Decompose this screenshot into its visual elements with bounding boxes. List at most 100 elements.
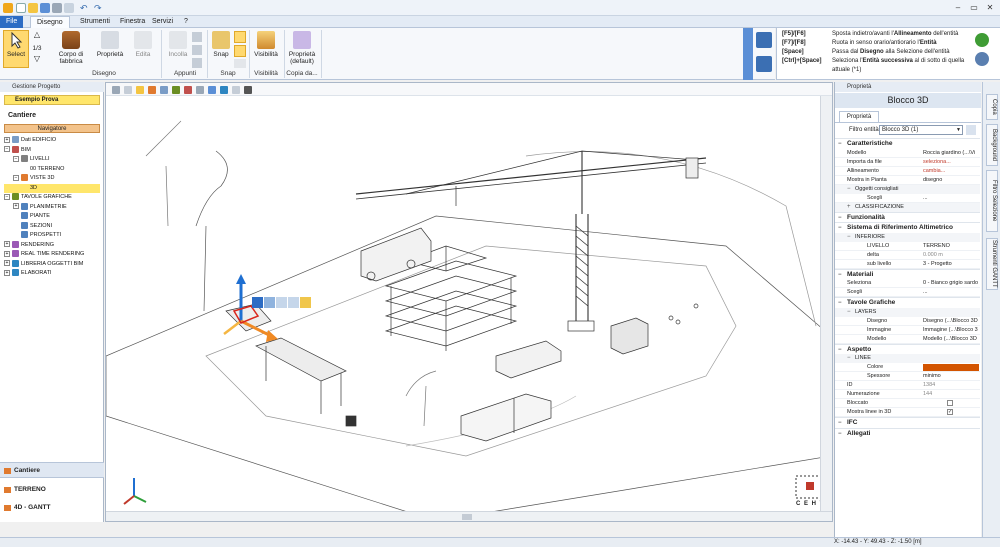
tree-item[interactable]: +PIANTE: [4, 212, 100, 221]
filter-settings-icon[interactable]: [966, 125, 976, 135]
expand-toggle-icon[interactable]: +: [13, 203, 19, 210]
color-swatch[interactable]: [923, 364, 979, 371]
navigator-button[interactable]: Navigatore: [4, 124, 100, 133]
select-button[interactable]: Select: [3, 30, 29, 68]
subsection[interactable]: − LAYERS: [835, 307, 980, 317]
tree-item[interactable]: − BIM: [4, 145, 100, 155]
collapse-toggle-icon[interactable]: −: [838, 418, 842, 428]
format-icon[interactable]: [192, 58, 202, 68]
tree-item[interactable]: + ELABORATI: [4, 269, 100, 278]
ribbon-side-handle[interactable]: [743, 28, 753, 80]
share-icon[interactable]: [244, 86, 252, 94]
collapse-toggle-icon[interactable]: −: [847, 354, 851, 363]
collapse-toggle-icon[interactable]: +: [847, 203, 851, 212]
tree-item[interactable]: − LIVELLI: [4, 155, 100, 164]
3d-viewport[interactable]: C E H V: [105, 82, 833, 522]
property-row[interactable]: Bloccato: [835, 399, 980, 408]
section-caratteristiche[interactable]: − Caratteristiche: [835, 138, 980, 148]
expand-toggle-icon[interactable]: −: [4, 193, 10, 200]
side-tab[interactable]: Filtro Selezione: [986, 170, 998, 232]
tree-item[interactable]: + RENDERING: [4, 240, 100, 250]
checkbox[interactable]: ✓: [947, 409, 953, 415]
section-aspetto[interactable]: − Aspetto: [835, 343, 980, 355]
subsection[interactable]: − LINEE: [835, 354, 980, 363]
tab-help[interactable]: ?: [178, 16, 194, 28]
checkbox[interactable]: [947, 400, 953, 406]
tree-item[interactable]: +00 TERRENO: [4, 165, 100, 174]
copy-icon[interactable]: [192, 45, 202, 55]
tab-proprieta[interactable]: Proprietà: [839, 111, 879, 122]
property-value[interactable]: ...: [923, 194, 979, 203]
visibility-button[interactable]: Visibilità: [252, 31, 280, 58]
project-name[interactable]: Esempio Prova: [4, 95, 100, 105]
edit-button[interactable]: Edita: [130, 31, 156, 58]
section-tavole-grafiche[interactable]: − Tavole Grafiche: [835, 297, 980, 307]
property-row[interactable]: Importa da file seleziona...: [835, 158, 980, 167]
section-allegati[interactable]: − Allegati: [835, 427, 980, 439]
property-row[interactable]: delta 0.000 m: [835, 251, 980, 260]
horizontal-scrollbar[interactable]: [106, 511, 832, 521]
filter-select[interactable]: Blocco 3D (1) ▼: [879, 125, 963, 135]
side-tab[interactable]: Copia: [986, 94, 998, 120]
property-row[interactable]: Disegno Disegno (...\Blocco 3D: [835, 317, 980, 326]
tree-item[interactable]: − TAVOLE GRAFICHE: [4, 193, 100, 202]
vertical-scrollbar[interactable]: [820, 96, 832, 511]
print-icon[interactable]: [52, 3, 62, 13]
render-icon[interactable]: [184, 86, 192, 94]
subsection[interactable]: − INFERIORE: [835, 232, 980, 242]
arrow-down-icon[interactable]: ▽: [31, 55, 43, 63]
default-properties-button[interactable]: Proprietà (default): [287, 31, 317, 65]
bottom-nav-item[interactable]: 4D - GANTT: [0, 500, 104, 516]
tree-item[interactable]: +PROSPETTI: [4, 231, 100, 240]
tab-strumenti[interactable]: Strumenti: [74, 16, 116, 28]
subsection[interactable]: + CLASSIFICAZIONE: [835, 202, 980, 212]
move-icon[interactable]: [232, 86, 240, 94]
cut-icon[interactable]: [192, 32, 202, 42]
property-row[interactable]: Allineamento cambia...: [835, 167, 980, 176]
corpo-fabbrica-button[interactable]: Corpo di fabbrica: [52, 31, 90, 65]
folder-icon[interactable]: [136, 86, 144, 94]
property-row[interactable]: Colore: [835, 363, 980, 372]
preview-icon[interactable]: [64, 3, 74, 13]
bottom-nav-item[interactable]: Cantiere: [0, 462, 104, 478]
help-circle-icon[interactable]: [975, 33, 989, 47]
collapse-toggle-icon[interactable]: −: [838, 429, 842, 439]
property-row[interactable]: Mostra linee in 3D ✓: [835, 408, 980, 417]
property-row[interactable]: Spessore minimo: [835, 372, 980, 381]
property-value[interactable]: ...: [923, 288, 979, 297]
expand-toggle-icon[interactable]: −: [13, 155, 19, 162]
redo-icon[interactable]: ↷: [94, 3, 104, 13]
help-question-icon[interactable]: [756, 32, 772, 48]
tree-item[interactable]: +3D: [4, 183, 100, 193]
tree-item[interactable]: + Dati EDIFICIO: [4, 136, 100, 145]
tree-item[interactable]: + PLANIMETRIE: [4, 202, 100, 212]
property-row[interactable]: Scegli...: [835, 194, 980, 203]
site-model-drawing[interactable]: [106, 96, 832, 521]
help-lock-icon[interactable]: [756, 56, 772, 72]
property-row[interactable]: Modello Modello (...\Blocco 3D: [835, 335, 980, 344]
property-row[interactable]: sub livello 3 - Progetto: [835, 260, 980, 269]
snap-angle-toggle[interactable]: [234, 59, 246, 68]
collapse-toggle-icon[interactable]: −: [847, 233, 851, 242]
expand-toggle-icon[interactable]: +: [4, 241, 10, 248]
open-icon[interactable]: [28, 3, 38, 13]
expand-toggle-icon[interactable]: −: [13, 174, 19, 181]
collapse-toggle-icon[interactable]: −: [838, 213, 842, 223]
section-funzionalit-[interactable]: − Funzionalità: [835, 211, 980, 223]
maximize-button[interactable]: ▭: [967, 2, 981, 13]
section-sistema-di-riferimento-altimetrico[interactable]: − Sistema di Riferimento Altimetrico: [835, 222, 980, 232]
collapse-toggle-icon[interactable]: −: [838, 345, 842, 355]
sphere-icon[interactable]: [220, 86, 228, 94]
expand-toggle-icon[interactable]: +: [4, 250, 10, 257]
side-tab[interactable]: Strumenti GANTT: [986, 238, 998, 290]
scrollbar-thumb[interactable]: [462, 514, 472, 520]
snap-grid-toggle[interactable]: [234, 31, 246, 43]
tab-servizi[interactable]: Servizi: [146, 16, 179, 28]
property-row[interactable]: Modello Roccia giardino (...\Vi: [835, 149, 980, 158]
property-row[interactable]: Seleziona 0 - Bianco grigio sardo: [835, 279, 980, 288]
expand-toggle-icon[interactable]: −: [4, 146, 10, 153]
expand-toggle-icon[interactable]: +: [4, 136, 10, 143]
new-icon[interactable]: [16, 3, 26, 13]
grid-icon[interactable]: [112, 86, 120, 94]
paste-button[interactable]: Incolla: [165, 31, 191, 58]
